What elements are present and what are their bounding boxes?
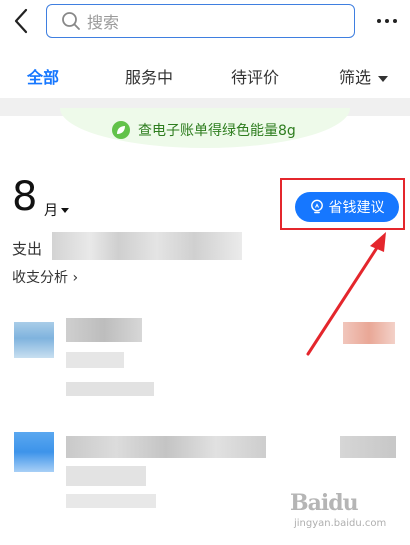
- blurred-transaction-title: [66, 318, 142, 342]
- expense-label: 支出: [12, 240, 43, 258]
- month-unit: 月: [44, 203, 58, 219]
- annotation-arrow-icon: [306, 232, 386, 356]
- blurred-transaction-detail: [66, 352, 124, 368]
- savings-advice-label: 省钱建议: [328, 200, 385, 216]
- month-selector[interactable]: 月: [44, 200, 69, 220]
- caret-down-icon: [61, 207, 69, 213]
- blurred-transaction-amount: [340, 436, 396, 458]
- leaf-icon: [112, 121, 130, 139]
- blurred-transaction-time: [66, 494, 156, 508]
- lightbulb-icon: [310, 199, 323, 214]
- banner-text: 查电子账单得绿色能量8g: [138, 123, 296, 139]
- search-icon: [61, 11, 81, 31]
- blurred-expense-amount: [52, 232, 242, 260]
- tab-to-review[interactable]: 待评价: [231, 64, 279, 88]
- chevron-left-icon: [14, 8, 28, 34]
- month-number[interactable]: 8: [12, 174, 37, 220]
- blurred-transaction-title: [66, 436, 266, 458]
- blurred-transaction-icon: [14, 322, 54, 358]
- tab-filter[interactable]: 筛选: [339, 64, 389, 88]
- blurred-transaction-icon: [14, 432, 54, 472]
- back-button[interactable]: [8, 6, 34, 36]
- order-tabs: 全部 服务中 待评价 筛选: [0, 56, 410, 98]
- caret-down-icon: [378, 75, 389, 82]
- search-input[interactable]: 搜索: [46, 4, 355, 38]
- watermark-url: jingyan.baidu.com: [294, 518, 387, 529]
- more-button[interactable]: [372, 10, 402, 32]
- more-dots-icon: [377, 19, 381, 23]
- watermark-text: Baidu: [290, 490, 359, 516]
- tab-in-service[interactable]: 服务中: [125, 64, 173, 88]
- green-energy-banner[interactable]: 查电子账单得绿色能量8g: [0, 108, 410, 150]
- savings-advice-button[interactable]: 省钱建议: [295, 192, 399, 222]
- search-placeholder: 搜索: [87, 13, 120, 32]
- blurred-transaction-detail: [66, 466, 146, 486]
- watermark-logo: Baidu jingyan.baidu.com: [290, 488, 405, 540]
- tab-all[interactable]: 全部: [27, 64, 59, 88]
- income-expense-analysis-link[interactable]: 收支分析 ›: [12, 267, 78, 287]
- blurred-transaction-time: [66, 382, 154, 396]
- top-bar: 搜索: [0, 0, 410, 44]
- banner-content: 查电子账单得绿色能量8g: [112, 120, 296, 140]
- filter-label: 筛选: [339, 68, 372, 87]
